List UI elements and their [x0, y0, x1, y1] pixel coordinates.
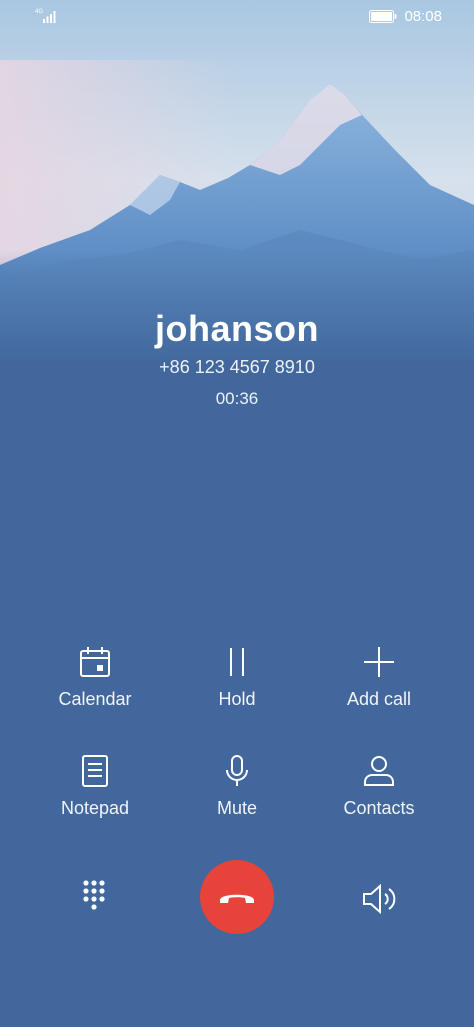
- hold-button[interactable]: Hold: [158, 645, 316, 725]
- calendar-icon: [80, 647, 110, 677]
- speaker-icon: [363, 883, 396, 915]
- battery-icon: [369, 10, 397, 23]
- calendar-button[interactable]: Calendar: [16, 645, 174, 725]
- contacts-button[interactable]: Contacts: [300, 754, 458, 834]
- add-call-label: Add call: [346, 689, 412, 709]
- mute-label: Mute: [216, 798, 258, 818]
- dialpad-icon: [83, 880, 105, 910]
- pause-icon: [230, 648, 244, 676]
- hold-label: Hold: [218, 689, 256, 709]
- caller-number: +86 123 4567 8910: [159, 357, 315, 377]
- dialpad-button[interactable]: [72, 875, 116, 919]
- call-duration: 00:36: [215, 389, 259, 408]
- notepad-button[interactable]: Notepad: [16, 754, 174, 834]
- in-call-screen: 4G 08:08 johanson +86 123 4567 8910 00:3…: [0, 0, 474, 1027]
- microphone-icon: [226, 755, 248, 786]
- signal-strength-icon: [43, 11, 56, 23]
- person-icon: [364, 756, 394, 786]
- mute-button[interactable]: Mute: [158, 754, 316, 834]
- notepad-label: Notepad: [60, 798, 130, 818]
- plus-icon: [364, 647, 394, 677]
- status-bar: 4G 08:08: [0, 0, 474, 32]
- calendar-label: Calendar: [58, 689, 132, 709]
- caller-name: johanson: [155, 308, 319, 349]
- speaker-button[interactable]: [357, 877, 401, 921]
- end-call-button[interactable]: [200, 860, 274, 934]
- hang-up-icon: [220, 894, 254, 903]
- status-time: 08:08: [404, 8, 442, 25]
- contacts-label: Contacts: [343, 798, 415, 818]
- add-call-button[interactable]: Add call: [300, 645, 458, 725]
- notepad-icon: [82, 755, 108, 787]
